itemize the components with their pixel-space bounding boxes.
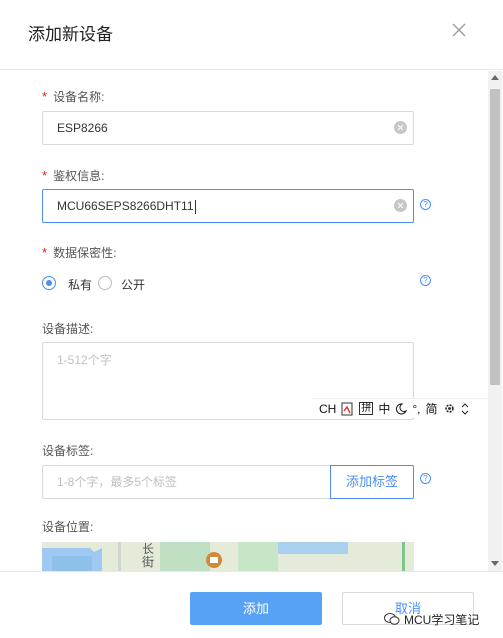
ime-chinese[interactable]: 中 bbox=[378, 400, 390, 418]
map-street-label: 长街 bbox=[142, 542, 155, 569]
scrollbar[interactable] bbox=[488, 71, 502, 571]
scroll-up-arrow-icon[interactable] bbox=[491, 75, 499, 80]
radio-public-label[interactable]: 公开 bbox=[121, 276, 145, 293]
tag-input[interactable]: 1-8个字，最多5个标签 bbox=[42, 465, 330, 499]
required-mark: * bbox=[42, 89, 48, 104]
expand-icon[interactable] bbox=[461, 402, 469, 415]
required-mark: * bbox=[42, 245, 48, 260]
text-caret bbox=[194, 199, 196, 214]
add-button[interactable]: 添加 bbox=[190, 592, 322, 625]
dialog-title: 添加新设备 bbox=[28, 25, 113, 44]
scroll-down-arrow-icon[interactable] bbox=[491, 561, 499, 566]
map-image bbox=[42, 542, 414, 571]
tags-label: 设备标签: bbox=[42, 444, 94, 458]
radio-private-label[interactable]: 私有 bbox=[68, 276, 92, 293]
clear-icon[interactable] bbox=[394, 199, 407, 212]
ime-pinyin[interactable]: 拼 bbox=[359, 402, 374, 415]
help-icon[interactable]: ? bbox=[420, 199, 431, 210]
help-icon[interactable]: ? bbox=[420, 275, 431, 286]
radio-private[interactable] bbox=[42, 276, 56, 290]
gear-icon[interactable] bbox=[443, 402, 456, 415]
radio-public[interactable] bbox=[98, 276, 112, 290]
add-tag-button[interactable]: 添加标签 bbox=[330, 465, 414, 499]
close-icon[interactable] bbox=[450, 21, 468, 39]
privacy-label: * 数据保密性: bbox=[42, 245, 117, 260]
dialog-body: * 设备名称: ESP8266 * 鉴权信息: MCU66SEPS8266DHT11… bbox=[0, 71, 503, 571]
moon-icon[interactable] bbox=[395, 402, 408, 415]
location-map[interactable]: 长街 bbox=[42, 542, 414, 571]
clear-icon[interactable] bbox=[394, 121, 407, 134]
help-icon[interactable]: ? bbox=[420, 473, 431, 484]
scroll-thumb[interactable] bbox=[490, 89, 500, 385]
auth-info-label: * 鉴权信息: bbox=[42, 168, 105, 183]
auth-info-input[interactable]: MCU66SEPS8266DHT11 bbox=[42, 189, 414, 223]
ime-punctuation[interactable]: °, bbox=[412, 400, 420, 418]
ime-simplified[interactable]: 简 bbox=[426, 400, 438, 418]
device-name-input[interactable]: ESP8266 bbox=[42, 111, 414, 145]
watermark-text: MCU学习笔记 bbox=[404, 612, 480, 627]
ime-toolbar: CH 拼 中 °, 简 bbox=[313, 398, 501, 418]
watermark: MCU学习笔记 bbox=[384, 609, 479, 629]
ime-ch[interactable]: CH bbox=[319, 400, 336, 418]
document-icon[interactable] bbox=[341, 402, 354, 416]
description-label: 设备描述: bbox=[42, 322, 94, 336]
wechat-logo-icon bbox=[384, 613, 400, 625]
required-mark: * bbox=[42, 168, 48, 183]
dialog-header: 添加新设备 bbox=[0, 0, 503, 70]
device-name-label: * 设备名称: bbox=[42, 89, 105, 104]
location-label: 设备位置: bbox=[42, 520, 94, 534]
